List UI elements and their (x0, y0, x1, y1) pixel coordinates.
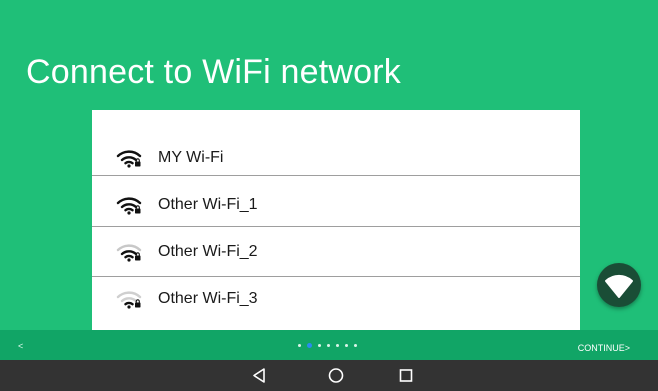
network-row-other-wifi-3[interactable]: Other Wi-Fi_3 (92, 274, 580, 324)
wifi-fab-button[interactable] (597, 263, 641, 307)
list-divider (92, 175, 580, 176)
page-dot (327, 344, 330, 347)
network-name: MY Wi-Fi (158, 149, 224, 166)
page-dot (318, 344, 321, 347)
network-row-other-wifi-1[interactable]: Other Wi-Fi_1 (92, 180, 580, 230)
wifi-locked-medium-signal-icon (116, 242, 142, 262)
previous-button[interactable]: < (18, 330, 23, 360)
wifi-full-signal-icon (116, 148, 142, 168)
system-navigation-bar (0, 360, 658, 391)
page-dot (354, 344, 357, 347)
page-dot (345, 344, 348, 347)
wifi-locked-full-signal-icon (116, 195, 142, 215)
page-title: Connect to WiFi network (26, 53, 401, 91)
network-name: Other Wi-Fi_1 (158, 196, 258, 213)
page-dot-active (307, 343, 312, 348)
network-name: Other Wi-Fi_3 (158, 290, 258, 307)
pager-bar: < CONTINUE> (0, 330, 658, 360)
home-button[interactable] (316, 360, 356, 391)
recents-button[interactable] (386, 360, 426, 391)
page-dot (298, 344, 301, 347)
network-list: MY Wi-Fi Other Wi-Fi_1 Other Wi-Fi_2 Oth… (92, 110, 580, 330)
wifi-locked-weak-signal-icon (116, 289, 142, 309)
wifi-setup-screen: Connect to WiFi network MY Wi-Fi Other W… (0, 0, 658, 391)
back-button[interactable] (240, 360, 280, 391)
continue-button[interactable]: CONTINUE> (578, 330, 630, 360)
network-row-other-wifi-2[interactable]: Other Wi-Fi_2 (92, 227, 580, 277)
page-dot (336, 344, 339, 347)
network-name: Other Wi-Fi_2 (158, 243, 258, 260)
page-indicator (298, 343, 357, 348)
